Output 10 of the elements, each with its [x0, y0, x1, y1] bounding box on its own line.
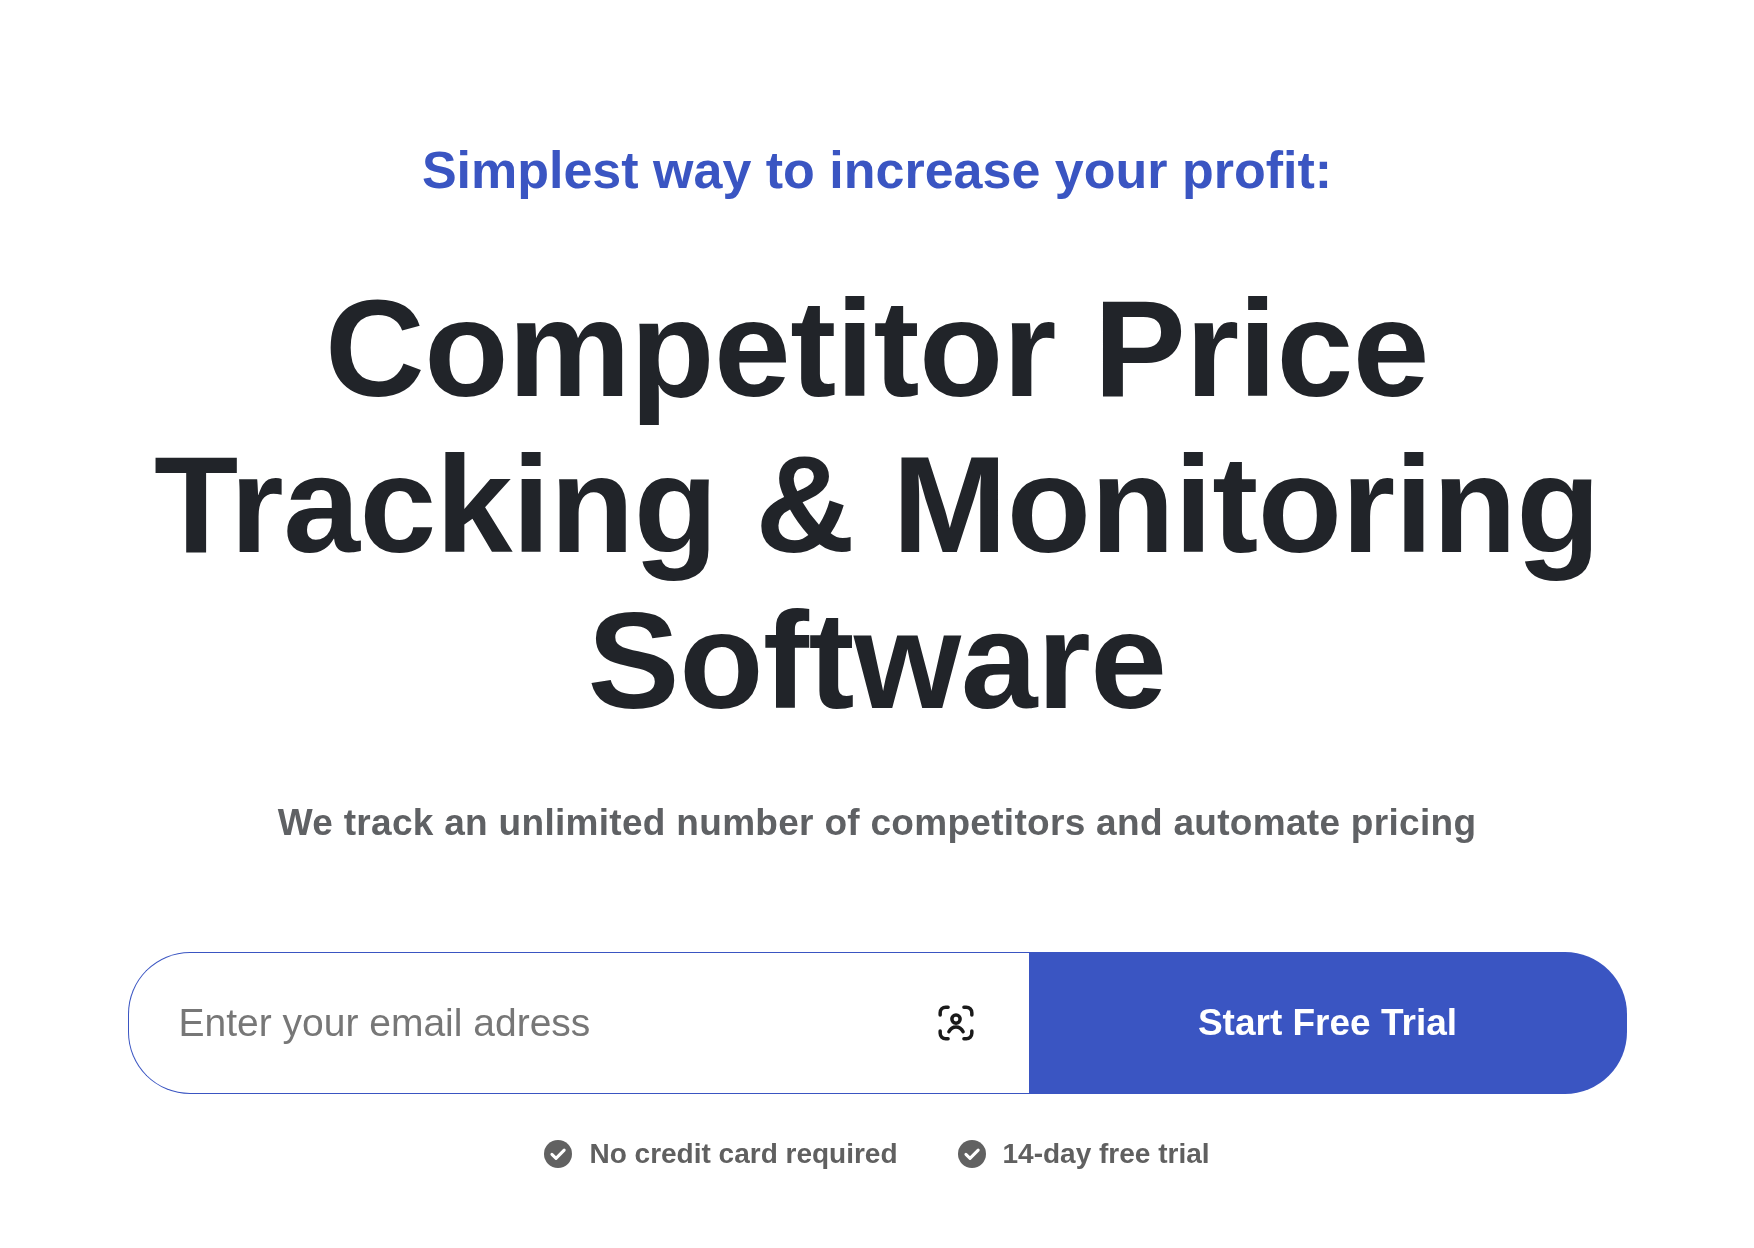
main-heading: Competitor Price Tracking & Monitoring Software: [153, 270, 1601, 738]
email-field[interactable]: Enter your email adress: [127, 952, 1029, 1094]
start-trial-button[interactable]: Start Free Trial: [1028, 952, 1627, 1094]
tagline: Simplest way to increase your profit:: [421, 140, 1333, 200]
benefit-text: No credit card required: [589, 1137, 898, 1171]
benefit-text: 14-day free trial: [1002, 1137, 1210, 1171]
check-circle-icon: [544, 1140, 573, 1168]
subtitle: We track an unlimited number of competitors and automate pricing: [277, 801, 1477, 845]
person-scan-icon[interactable]: [936, 1004, 975, 1042]
check-circle-icon: [957, 1140, 986, 1168]
